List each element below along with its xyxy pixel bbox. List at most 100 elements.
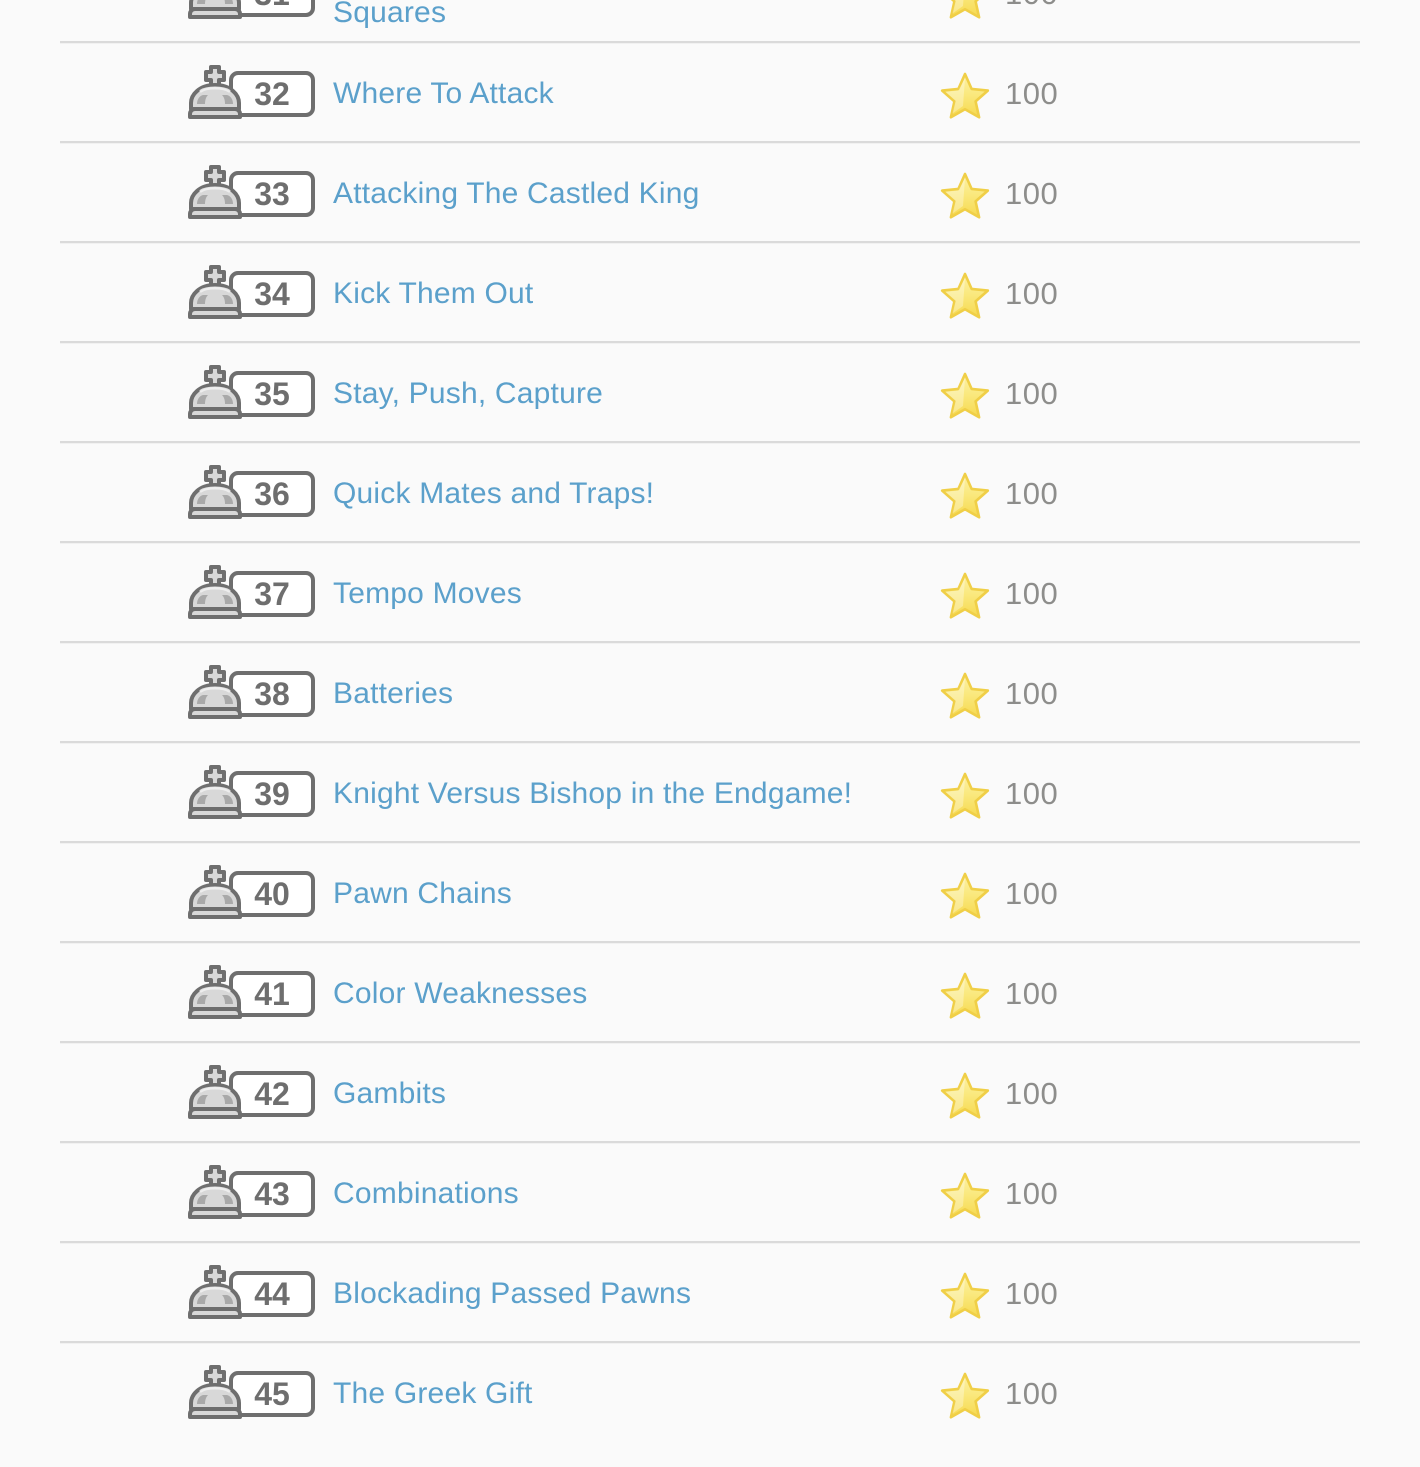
lesson-row-36[interactable]: 36 Quick Mates and Traps! 100 [0, 444, 1420, 544]
king-badge-icon: 31 [185, 0, 317, 23]
lesson-row-35[interactable]: 35 Stay, Push, Capture 100 [0, 344, 1420, 444]
lesson-row-40[interactable]: 40 Pawn Chains 100 [0, 844, 1420, 944]
score-value: 100 [1005, 76, 1059, 111]
lesson-title-link-37[interactable]: Tempo Moves [333, 575, 933, 613]
score-value: 100 [1005, 676, 1059, 711]
score-block: 100 [938, 1244, 1058, 1344]
lesson-number: 43 [254, 1176, 290, 1212]
lesson-title-link-39[interactable]: Knight Versus Bishop in the Endgame! [333, 775, 933, 813]
star-icon [938, 670, 992, 724]
score-block: 100 [938, 1044, 1058, 1144]
lesson-row-38[interactable]: 38 Batteries 100 [0, 644, 1420, 744]
lesson-title-link-43[interactable]: Combinations [333, 1175, 933, 1213]
score-value: 100 [1005, 476, 1059, 511]
score-block: 100 [938, 344, 1058, 444]
lesson-number: 37 [254, 576, 290, 612]
star-icon [938, 570, 992, 624]
lesson-title-link-35[interactable]: Stay, Push, Capture [333, 375, 933, 413]
king-badge-icon: 43 [185, 1165, 317, 1223]
score-block: 100 [938, 444, 1058, 544]
score-block: 100 [938, 644, 1058, 744]
lesson-title-link-33[interactable]: Attacking The Castled King [333, 175, 933, 213]
score-value: 100 [1005, 776, 1059, 811]
king-badge-icon: 40 [185, 865, 317, 923]
king-badge-icon: 45 [185, 1365, 317, 1423]
star-icon [938, 370, 992, 424]
star-icon [938, 1070, 992, 1124]
lesson-number: 45 [254, 1376, 290, 1412]
star-icon [938, 870, 992, 924]
lesson-row-42[interactable]: 42 Gambits 100 [0, 1044, 1420, 1144]
score-block: 100 [938, 244, 1058, 344]
king-badge-icon: 36 [185, 465, 317, 523]
lesson-title-link-40[interactable]: Pawn Chains [333, 875, 933, 913]
lesson-row-31[interactable]: 31 Pawn Play: Backward Pawns And Outpost… [0, 0, 1420, 44]
lesson-title-link-36[interactable]: Quick Mates and Traps! [333, 475, 933, 513]
lesson-row-34[interactable]: 34 Kick Them Out 100 [0, 244, 1420, 344]
star-icon [938, 1370, 992, 1424]
score-value: 100 [1005, 276, 1059, 311]
star-icon [938, 1170, 992, 1224]
king-badge-icon: 37 [185, 565, 317, 623]
lesson-number: 33 [254, 176, 290, 212]
score-block: 100 [938, 144, 1058, 244]
score-block: 100 [938, 0, 1058, 44]
score-block: 100 [938, 1144, 1058, 1244]
lesson-title-link-41[interactable]: Color Weaknesses [333, 975, 933, 1013]
star-icon [938, 470, 992, 524]
star-icon [938, 70, 992, 124]
lesson-number: 41 [254, 976, 290, 1012]
lesson-number: 31 [254, 0, 290, 12]
star-icon [938, 970, 992, 1024]
score-value: 100 [1005, 0, 1058, 12]
king-badge-icon: 33 [185, 165, 317, 223]
score-value: 100 [1005, 1376, 1059, 1411]
lesson-number: 35 [254, 376, 290, 412]
lesson-number: 34 [254, 276, 290, 312]
lesson-number: 32 [254, 76, 290, 112]
lesson-title-link-42[interactable]: Gambits [333, 1075, 933, 1113]
king-badge-icon: 42 [185, 1065, 317, 1123]
star-icon [938, 770, 992, 824]
score-block: 100 [938, 544, 1058, 644]
king-badge-icon: 35 [185, 365, 317, 423]
lesson-number: 39 [254, 776, 290, 812]
score-value: 100 [1005, 1176, 1059, 1211]
king-badge-icon: 32 [185, 65, 317, 123]
king-badge-icon: 34 [185, 265, 317, 323]
lesson-title-link-32[interactable]: Where To Attack [333, 75, 933, 113]
score-value: 100 [1005, 376, 1059, 411]
score-value: 100 [1005, 576, 1059, 611]
score-value: 100 [1005, 1076, 1059, 1111]
score-block: 100 [938, 844, 1058, 944]
lesson-title-link-34[interactable]: Kick Them Out [333, 275, 933, 313]
king-badge-icon: 44 [185, 1265, 317, 1323]
score-value: 100 [1005, 1276, 1059, 1311]
score-value: 100 [1005, 176, 1059, 211]
lesson-number: 44 [254, 1276, 290, 1312]
lesson-list: 31 Pawn Play: Backward Pawns And Outpost… [0, 0, 1420, 1444]
lesson-title-link-44[interactable]: Blockading Passed Pawns [333, 1275, 933, 1313]
star-icon [938, 170, 992, 224]
king-badge-icon: 41 [185, 965, 317, 1023]
score-block: 100 [938, 1344, 1058, 1444]
lesson-row-44[interactable]: 44 Blockading Passed Pawns 100 [0, 1244, 1420, 1344]
lesson-row-33[interactable]: 33 Attacking The Castled King 100 [0, 144, 1420, 244]
king-badge-icon: 39 [185, 765, 317, 823]
star-icon [938, 1270, 992, 1324]
lesson-title-link-38[interactable]: Batteries [333, 675, 933, 713]
score-value: 100 [1005, 976, 1059, 1011]
lesson-number: 36 [254, 476, 290, 512]
lesson-row-37[interactable]: 37 Tempo Moves 100 [0, 544, 1420, 644]
score-value: 100 [1005, 876, 1059, 911]
lesson-number: 40 [254, 876, 290, 912]
lesson-row-43[interactable]: 43 Combinations 100 [0, 1144, 1420, 1244]
lesson-row-32[interactable]: 32 Where To Attack 100 [0, 44, 1420, 144]
lesson-title-link-31[interactable]: Pawn Play: Backward Pawns And Outpost Sq… [333, 0, 933, 32]
star-icon [938, 270, 992, 324]
lesson-title-link-45[interactable]: The Greek Gift [333, 1375, 933, 1413]
lesson-row-41[interactable]: 41 Color Weaknesses 100 [0, 944, 1420, 1044]
lesson-row-39[interactable]: 39 Knight Versus Bishop in the Endgame! [0, 744, 1420, 844]
score-block: 100 [938, 44, 1058, 144]
lesson-row-45[interactable]: 45 The Greek Gift 100 [0, 1344, 1420, 1444]
